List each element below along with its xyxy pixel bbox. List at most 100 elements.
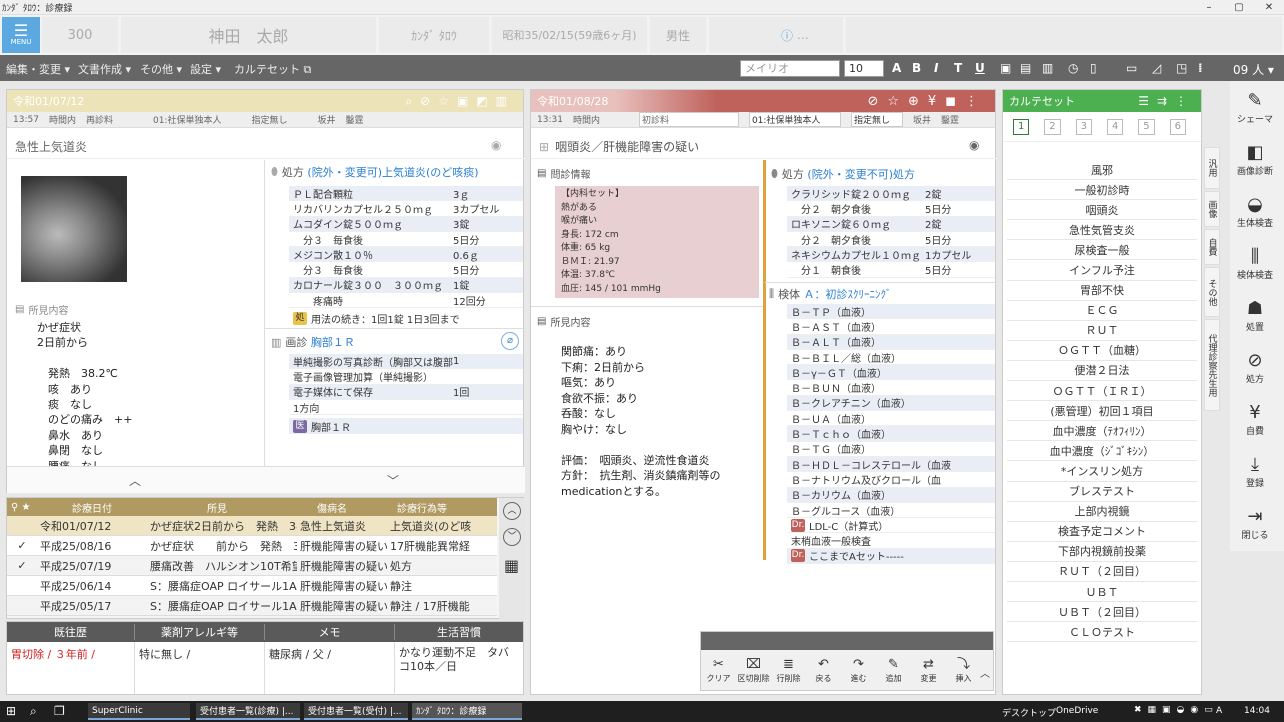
- history-row[interactable]: 平成25/05/17 S：腰痛症OAP ロイサール1A iv 肝機能障害の疑い 静注 …: [7, 596, 497, 616]
- onedrive-label[interactable]: OneDrive: [1056, 706, 1098, 716]
- karte-vtab[interactable]: 代理診察先生用: [1204, 319, 1220, 411]
- lab-row[interactable]: Ｂ－ＵＡ（血液）: [787, 411, 995, 427]
- prev-rx-row[interactable]: 疼痛時 12回分: [289, 293, 523, 309]
- lab-row[interactable]: Ｂ－ナトリウム及びクロール（血: [787, 472, 995, 488]
- lab-row[interactable]: Ｂ－ＨＤＬ－コレステロール（血液: [787, 456, 995, 473]
- lab-row[interactable]: Ｂ－カリウム（血液）: [787, 487, 995, 503]
- sidebar-button-7[interactable]: ⤓ 登録: [1230, 445, 1280, 497]
- doc-icon[interactable]: ▯: [1090, 61, 1097, 75]
- text-size-icon[interactable]: T: [954, 61, 962, 75]
- karte-set-item[interactable]: 一般初診時: [1007, 180, 1197, 201]
- lab-row[interactable]: Ｂ－ＡＳＴ（血液）: [787, 319, 995, 335]
- drug-allergy[interactable]: 特に無し /: [135, 642, 265, 694]
- lab-row[interactable]: Ｂ－グルコース（血液）: [787, 503, 995, 519]
- desktop-label[interactable]: デスクトップ: [1002, 706, 1056, 719]
- karte-set-item[interactable]: ＵＢＴ: [1007, 582, 1197, 603]
- menu-other[interactable]: その他 ▾: [140, 61, 182, 77]
- current-visit-tools[interactable]: ⊘☆⊕¥◼⋮: [867, 94, 987, 109]
- clock[interactable]: 14:04: [1244, 706, 1270, 716]
- prev-rx-row[interactable]: 分３ 毎食後 5日分: [289, 262, 523, 278]
- prev-rx-row[interactable]: リカバリンカプセル２５０ｍｇ 3カプセル: [289, 201, 523, 217]
- karte-tab-6[interactable]: 6: [1169, 118, 1186, 135]
- lab-row[interactable]: Ｂ－Ｔｃｈｏ（血液）: [787, 426, 995, 442]
- edit-button-4[interactable]: ↷ 進む: [841, 657, 876, 684]
- lab-row[interactable]: Ｂ－ＴＰ（血液）: [787, 304, 995, 320]
- prev-img-row[interactable]: 単純撮影の写真診断（胸部又は腹部）（ 1: [289, 354, 523, 370]
- cur-rx-row[interactable]: 分２ 朝夕食後 5日分: [787, 201, 995, 217]
- edit-button-7[interactable]: ⤵ 挿入: [946, 657, 981, 684]
- karte-set-tools[interactable]: ☰⇉⋮: [1138, 94, 1195, 108]
- karte-vtab[interactable]: 自費: [1204, 229, 1220, 265]
- sidebar-button-1[interactable]: ◧ 画像診断: [1230, 133, 1280, 185]
- plus-box-icon[interactable]: ⊞: [539, 140, 549, 154]
- history-row[interactable]: ✓ 平成25/08/16 かぜ症状 前から 発熱 38℃ 咳あ肝機能障害の疑い17肝…: [7, 536, 497, 556]
- attach-icon[interactable]: ⌀: [501, 332, 519, 350]
- lab-row[interactable]: Ｂ－ＴＧ（血液）: [787, 442, 995, 457]
- history-row[interactable]: 令和01/07/12 かぜ症状2日前から 発熱 38.2℃ 咳急性上気道炎 上気道炎…: [7, 516, 497, 536]
- lab-row[interactable]: Ｂ－ＢＵＮ（血液）: [787, 380, 995, 396]
- prev-rx-row[interactable]: カロナール錠３００ ３００ｍｇ 1錠: [289, 277, 523, 294]
- font-size-select[interactable]: 10: [844, 60, 884, 77]
- prev-rx-row[interactable]: 分３ 毎食後 5日分: [289, 232, 523, 248]
- prev-rx-row[interactable]: ムコダイン錠５００ｍｇ 3錠: [289, 216, 523, 232]
- karte-set-item[interactable]: ＣＬＯテスト: [1007, 622, 1197, 643]
- sidebar-button-0[interactable]: ✎ シェーマ: [1230, 81, 1280, 133]
- eye-icon-current[interactable]: ◉: [969, 138, 979, 152]
- karte-set-item[interactable]: *インスリン処方: [1007, 461, 1197, 482]
- karte-set-item[interactable]: 上部内視鏡: [1007, 502, 1197, 522]
- karte-set-item[interactable]: 下部内視鏡前投薬: [1007, 542, 1197, 562]
- karte-tab-1[interactable]: 1: [1013, 118, 1030, 135]
- spec-select[interactable]: 指定無し: [850, 112, 903, 127]
- prev-rx-row[interactable]: メジコン散１０％ 0.6ｇ: [289, 247, 523, 263]
- lab-row[interactable]: Ｂ－ＢＩＬ／総（血液）: [787, 350, 995, 366]
- collapse-icon[interactable]: ︿: [980, 665, 990, 680]
- karte-set-item[interactable]: ＲＵＴ: [1007, 321, 1197, 341]
- graph-icon[interactable]: ◿: [1152, 61, 1161, 75]
- cur-rx-row[interactable]: 分１ 朝食後 5日分: [787, 262, 995, 278]
- karte-set-item[interactable]: ＵＢＴ（２回目）: [1007, 602, 1197, 623]
- karte-vtab[interactable]: 汎用: [1204, 147, 1220, 189]
- image-icon[interactable]: ▣: [1000, 61, 1011, 75]
- tray-icons[interactable]: ✖▦▣◒◉▭: [1134, 705, 1219, 715]
- past-history[interactable]: 胃切除 / ３年前 /: [7, 642, 135, 694]
- history-up-button[interactable]: ︿: [503, 502, 521, 520]
- clock-icon[interactable]: ◷: [1068, 61, 1078, 75]
- clipboard-icon[interactable]: ▤: [1020, 61, 1031, 75]
- menu-karte-set[interactable]: カルテセット ⧉: [234, 61, 311, 77]
- lifestyle[interactable]: かなり運動不足 タバコ10本／日: [395, 642, 523, 694]
- karte-set-item[interactable]: ＥＣＧ: [1007, 301, 1197, 321]
- lab-row[interactable]: Ｂ－クレアチニン（血液）: [787, 395, 995, 412]
- font-color-icon[interactable]: A: [892, 61, 901, 75]
- task-medical-record[interactable]: ｶﾝﾀﾞ ﾀﾛｳ：診療録: [412, 703, 522, 720]
- karte-set-item[interactable]: ＯＧＴＴ（ＩＲＩ）: [1007, 381, 1197, 402]
- history-row[interactable]: ✓ 平成25/07/19 腰痛改善 ハルシオン10T希望 肝機能障害の疑い 処方: [7, 556, 497, 576]
- close-window-button[interactable]: ✕: [1254, 0, 1284, 15]
- more-button[interactable]: …: [797, 28, 809, 42]
- current-diagnosis[interactable]: 咽頭炎／肝機能障害の疑い: [555, 138, 699, 155]
- edit-button-5[interactable]: ✎ 追加: [876, 657, 911, 684]
- font-name-select[interactable]: メイリオ: [740, 60, 840, 77]
- karte-vtab[interactable]: その他: [1204, 267, 1220, 317]
- karte-vtab[interactable]: 画像: [1204, 191, 1220, 227]
- cur-rx-row[interactable]: ネキシウムカプセル１０ｍｇ 1カプセル: [787, 247, 995, 263]
- task-superclinic[interactable]: SuperClinic: [88, 703, 190, 720]
- grid-icon[interactable]: ⁞: [1198, 61, 1203, 75]
- memo[interactable]: 糖尿病 / 父 /: [265, 642, 395, 694]
- karte-set-item[interactable]: 胃部不快: [1007, 281, 1197, 301]
- cur-rx-row[interactable]: 分２ 朝夕食後 5日分: [787, 232, 995, 248]
- underline-icon[interactable]: U: [975, 61, 985, 75]
- eye-icon[interactable]: ◉: [491, 138, 501, 152]
- edit-button-1[interactable]: ⌧ 区切削除: [736, 657, 771, 684]
- windows-start-icon[interactable]: ⊞: [6, 704, 16, 718]
- sidebar-button-3[interactable]: ⫼ 検体検査: [1230, 237, 1280, 289]
- sidebar-button-6[interactable]: ¥ 自費: [1230, 393, 1280, 445]
- prev-img-row[interactable]: 1方向: [289, 400, 523, 416]
- menu-settings[interactable]: 設定 ▾: [190, 61, 221, 77]
- scroll-up-icon[interactable]: ︿: [129, 472, 141, 489]
- minimize-button[interactable]: –: [1194, 0, 1224, 15]
- edit-button-0[interactable]: ✂ クリア: [701, 657, 736, 684]
- task-view-icon[interactable]: ❐: [54, 704, 65, 718]
- insurance-select[interactable]: 01:社保単独本人: [748, 112, 841, 127]
- karte-tab-5[interactable]: 5: [1138, 118, 1155, 135]
- history-row[interactable]: 平成25/06/14 S：腰痛症OAP ロイサール1A iv 肝機能障害の疑い 静注: [7, 576, 497, 596]
